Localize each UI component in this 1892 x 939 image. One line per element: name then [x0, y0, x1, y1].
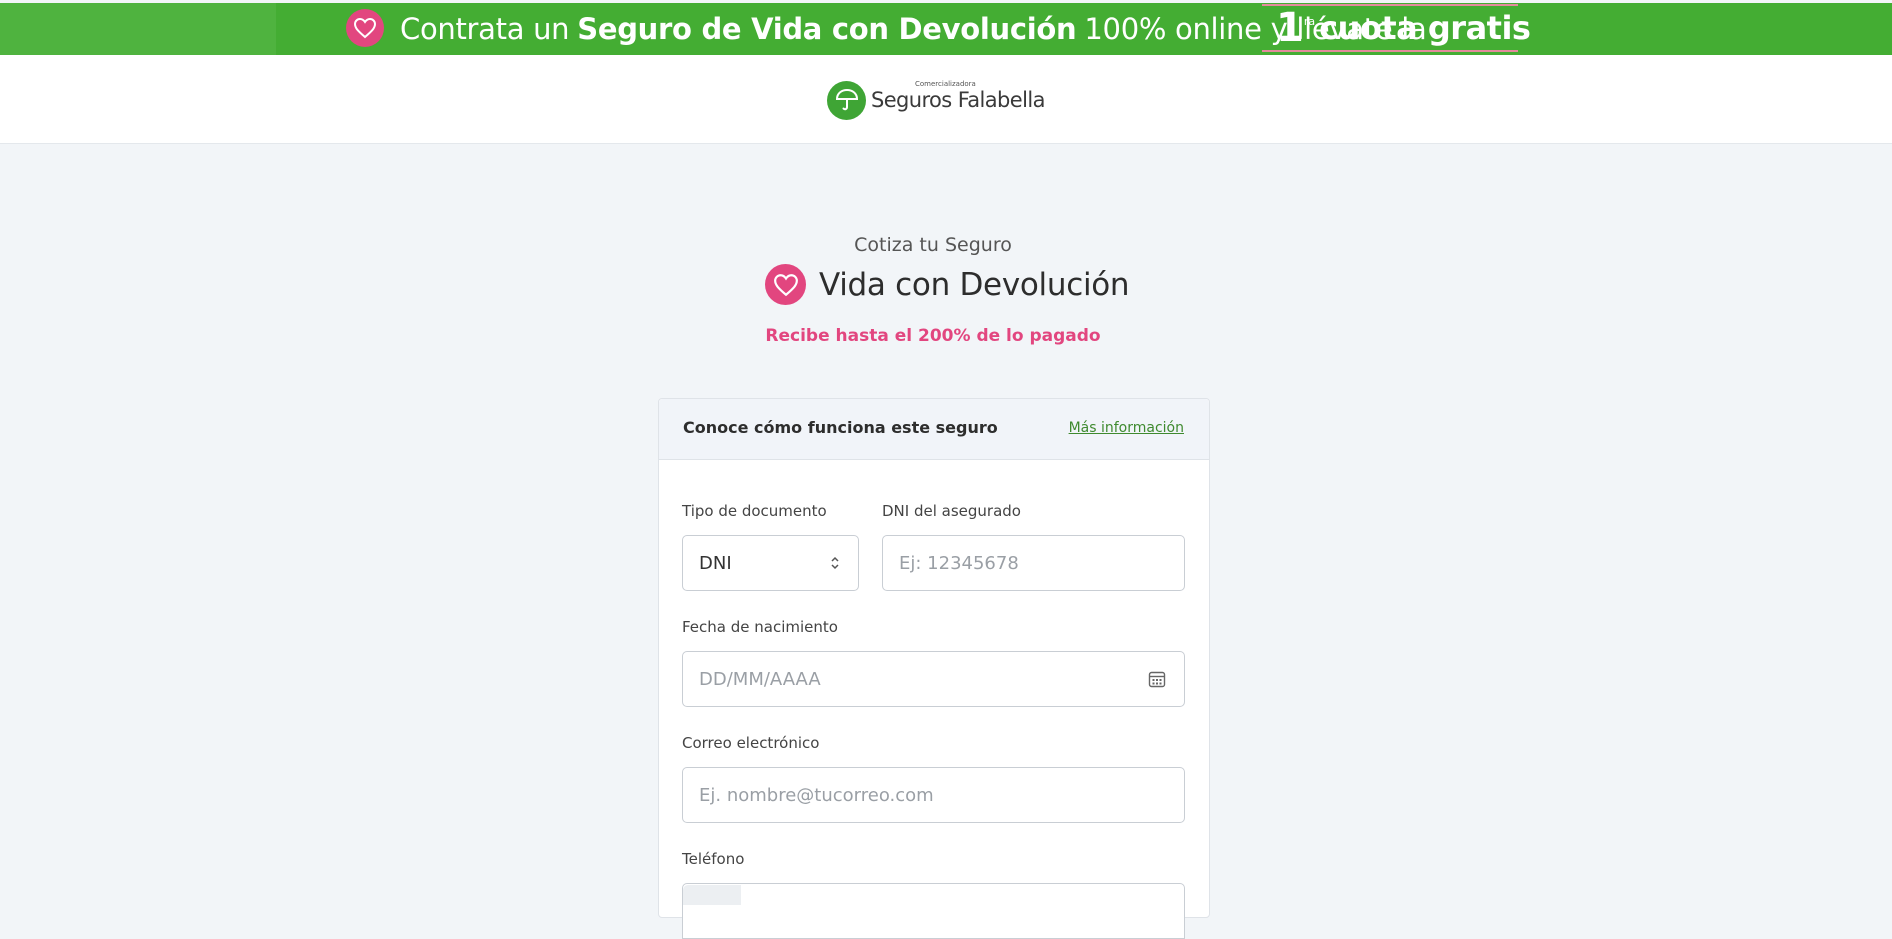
more-info-link[interactable]: Más información — [1069, 420, 1184, 436]
logo-small-text: Comercializadora — [915, 80, 976, 88]
promo-badge-superscript: ra — [1303, 15, 1316, 28]
logo-main-text: Seguros Falabella — [871, 88, 1045, 112]
promo-banner[interactable]: Contrata un Seguro de Vida con Devolució… — [0, 3, 1892, 55]
birth-date-label: Fecha de nacimiento — [682, 618, 838, 636]
phone-field[interactable] — [682, 883, 1185, 939]
logo[interactable]: Comercializadora Seguros Falabella — [827, 79, 1045, 121]
promo-badge: 1 ra cuota gratis — [1262, 4, 1531, 52]
quote-form-card: Conoce cómo funciona este seguro Más inf… — [658, 398, 1210, 939]
promo-lead: Contrata un — [400, 12, 570, 46]
dni-input[interactable] — [883, 552, 1184, 574]
page-title: Vida con Devolución — [819, 266, 1130, 303]
info-title: Conoce cómo funciona este seguro — [683, 418, 998, 437]
promo-badge-number: 1 — [1276, 5, 1304, 51]
promo-banner-shade — [0, 3, 276, 55]
doc-type-select[interactable]: DNI — [682, 535, 859, 591]
heart-icon — [346, 9, 384, 47]
promo-badge-text: cuota gratis — [1319, 9, 1531, 47]
title-row: Vida con Devolución — [765, 264, 1130, 305]
promo-product: Seguro de Vida con Devolución — [577, 12, 1077, 46]
birth-date-field[interactable] — [682, 651, 1185, 707]
doc-type-value: DNI — [699, 552, 732, 574]
calendar-icon[interactable] — [1148, 670, 1166, 688]
page-tagline: Recibe hasta el 200% de lo pagado — [765, 326, 1101, 346]
phone-prefix-select[interactable] — [683, 885, 741, 905]
doc-type-label: Tipo de documento — [682, 502, 827, 520]
birth-date-input[interactable] — [683, 668, 1148, 690]
email-input[interactable] — [683, 784, 1184, 806]
site-header: Comercializadora Seguros Falabella — [0, 55, 1892, 144]
dni-field[interactable] — [882, 535, 1185, 591]
info-bar: Conoce cómo funciona este seguro Más inf… — [659, 399, 1209, 460]
email-field[interactable] — [682, 767, 1185, 823]
heart-icon — [765, 264, 806, 305]
email-label: Correo electrónico — [682, 734, 820, 752]
umbrella-icon — [827, 80, 866, 120]
logo-text: Comercializadora Seguros Falabella — [871, 80, 1045, 112]
phone-label: Teléfono — [682, 850, 745, 868]
dni-label: DNI del asegurado — [882, 502, 1021, 520]
select-arrows-icon — [830, 556, 840, 570]
page-subtitle: Cotiza tu Seguro — [854, 234, 1012, 256]
